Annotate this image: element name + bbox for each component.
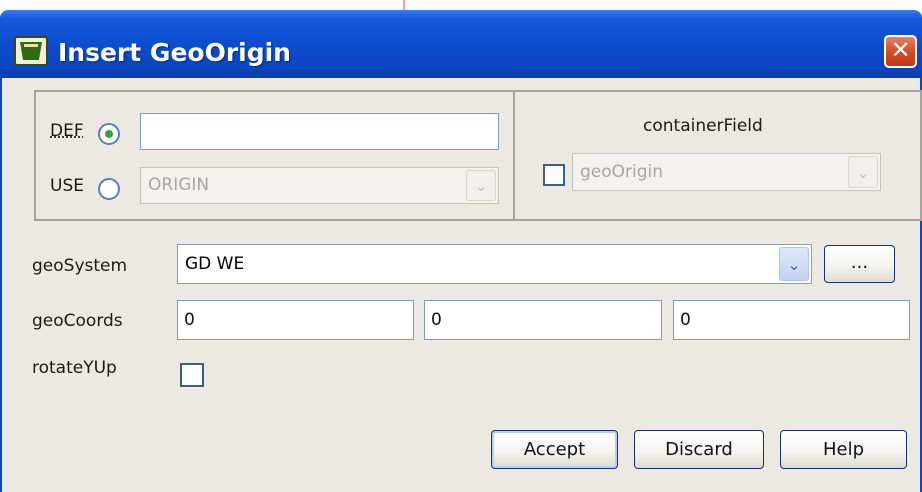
use-label: USE xyxy=(50,176,84,196)
chevron-down-icon: ⌄ xyxy=(466,170,496,201)
container-field-select-value: geoOrigin xyxy=(580,162,664,182)
container-field-select[interactable]: geoOrigin ⌄ xyxy=(572,153,881,191)
use-select-value: ORIGIN xyxy=(148,175,210,195)
geocoords-z-input[interactable]: 0 xyxy=(673,300,910,340)
accept-button[interactable]: Accept xyxy=(491,430,618,469)
geosystem-label: geoSystem xyxy=(32,256,128,276)
container-field-checkbox[interactable] xyxy=(543,164,565,186)
close-icon: ✕ xyxy=(890,36,911,64)
def-radio[interactable] xyxy=(98,123,120,145)
def-use-panel: DEF USE ORIGIN ⌄ xyxy=(34,90,515,221)
def-input[interactable] xyxy=(140,113,499,150)
geosystem-select[interactable]: GD WE ⌄ xyxy=(177,244,812,284)
use-select[interactable]: ORIGIN ⌄ xyxy=(140,167,499,204)
chevron-down-icon: ⌄ xyxy=(779,247,809,281)
geocoords-label: geoCoords xyxy=(32,311,123,331)
help-button[interactable]: Help xyxy=(780,430,907,469)
container-field-heading: containerField xyxy=(643,116,763,136)
geocoords-y-input[interactable]: 0 xyxy=(424,300,662,340)
browse-button[interactable]: ... xyxy=(824,245,895,283)
container-field-panel: containerField geoOrigin ⌄ xyxy=(513,90,922,221)
title-bar[interactable]: Insert GeoOrigin ✕ xyxy=(0,10,922,78)
window-title: Insert GeoOrigin xyxy=(58,38,291,67)
dialog-body: DEF USE ORIGIN ⌄ containerField geoOrigi… xyxy=(0,78,922,492)
rotateyup-checkbox[interactable] xyxy=(180,363,204,387)
app-icon xyxy=(14,36,48,66)
close-button[interactable]: ✕ xyxy=(884,35,917,68)
chevron-down-icon: ⌄ xyxy=(848,156,878,188)
discard-button[interactable]: Discard xyxy=(634,430,764,469)
geocoords-x-input[interactable]: 0 xyxy=(177,300,414,340)
def-label: DEF xyxy=(50,121,84,141)
geosystem-select-value: GD WE xyxy=(185,254,245,274)
use-radio[interactable] xyxy=(98,178,120,200)
insert-geoorigin-dialog: Insert GeoOrigin ✕ DEF USE ORIGIN ⌄ cont… xyxy=(0,0,922,492)
background-divider xyxy=(403,0,405,10)
rotateyup-label: rotateYUp xyxy=(32,358,117,378)
